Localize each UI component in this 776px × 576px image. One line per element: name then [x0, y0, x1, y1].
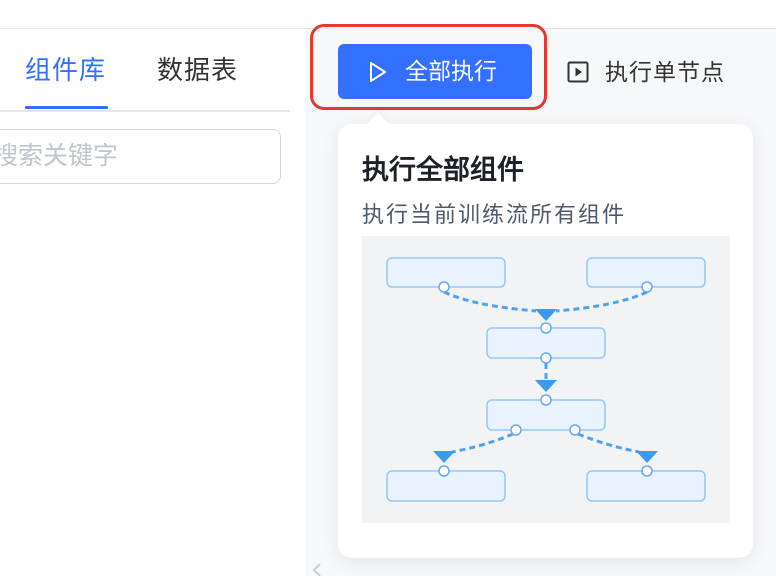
node-port	[540, 352, 552, 364]
connector-line	[443, 290, 537, 313]
node-port	[438, 281, 450, 293]
panel-tabs: 组件库 数据表	[0, 29, 290, 112]
flow-diagram-svg	[386, 257, 706, 502]
connector-line	[577, 432, 640, 454]
popover-description: 执行当前训练流所有组件	[362, 202, 627, 227]
arrow-head	[636, 451, 658, 463]
run-all-popover: 执行全部组件 执行当前训练流所有组件	[338, 124, 753, 558]
node-port	[510, 424, 522, 436]
connector-line	[555, 290, 648, 313]
top-bar	[0, 0, 776, 29]
tab-component-library[interactable]: 组件库	[25, 54, 106, 86]
run-all-button[interactable]: 全部执行	[338, 44, 532, 99]
node-port	[641, 281, 653, 293]
active-tab-indicator	[25, 106, 108, 109]
node-port	[540, 322, 552, 334]
flow-illustration	[362, 236, 730, 523]
node-port	[641, 465, 653, 477]
collapse-chevron-icon[interactable]	[309, 560, 325, 576]
connector-line	[451, 432, 514, 454]
play-square-icon	[567, 61, 589, 83]
search-input[interactable]	[0, 129, 281, 184]
arrow-head	[535, 309, 557, 321]
node-port	[569, 424, 581, 436]
popover-title: 执行全部组件	[362, 155, 524, 185]
arrow-head	[535, 380, 557, 392]
run-all-label: 全部执行	[405, 58, 497, 84]
play-icon	[370, 62, 386, 82]
run-single-node-label: 执行单节点	[605, 59, 725, 85]
tab-data-tables[interactable]: 数据表	[157, 54, 238, 86]
arrow-head	[433, 451, 455, 463]
left-panel: 组件库 数据表	[0, 29, 305, 576]
node-port	[438, 465, 450, 477]
run-single-node-button[interactable]: 执行单节点	[565, 56, 730, 88]
node-port	[540, 394, 552, 406]
